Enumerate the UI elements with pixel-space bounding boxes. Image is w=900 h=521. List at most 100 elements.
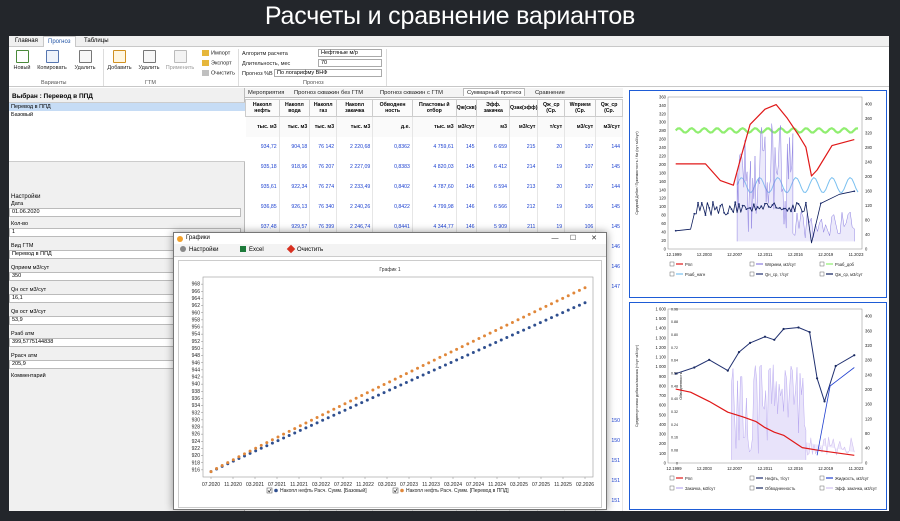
duration-input[interactable]: 70: [318, 59, 382, 67]
table-cell: 4 759,61: [412, 136, 457, 157]
tab-tables[interactable]: Таблицы: [84, 38, 109, 44]
y-axis-label-2: Обводненность: [679, 372, 683, 399]
field-label: Дата: [11, 201, 24, 207]
data-point: [382, 383, 386, 387]
data-point: [410, 369, 414, 373]
x-tick-label: 12.2019: [818, 252, 834, 257]
table-cell: 918,96: [279, 156, 311, 177]
column-header[interactable]: Qж_ср (Ср.: [537, 99, 566, 117]
subtab-total-forecast[interactable]: Суммарный прогноз: [463, 88, 526, 96]
data-point: [270, 438, 274, 442]
data-point: [538, 307, 542, 311]
data-point: [326, 410, 330, 414]
forecast-wc-select[interactable]: По логарифму ВНФ: [274, 69, 382, 77]
column-header[interactable]: Wприем (Ср.: [564, 99, 597, 117]
column-header[interactable]: Накопл нефть: [245, 99, 280, 117]
comparison-chart-svg: График 191691892092292492692893093293493…: [192, 267, 595, 494]
group-gtm-label: ГТМ: [145, 80, 156, 86]
minimize-button[interactable]: —: [548, 233, 562, 244]
data-point: [254, 446, 258, 450]
data-point: [566, 308, 570, 312]
ribbon-tabs: Главная Прогноз Таблицы: [9, 36, 889, 48]
x-tick-label: 12.2011: [758, 466, 773, 471]
column-header[interactable]: Накопл закачка: [336, 99, 374, 117]
data-point: [343, 402, 347, 406]
algorithm-select[interactable]: Нефтяные м/р: [318, 49, 382, 57]
y-tick-label: 940: [192, 382, 201, 388]
y-tick-label: 938: [192, 389, 201, 395]
y-tick-label: 958: [192, 317, 201, 323]
data-point: [577, 288, 581, 292]
x-tick-label: 03.2025: [510, 482, 528, 488]
y-right-tick-label: 40: [865, 446, 870, 451]
column-header[interactable]: Qзак(эфф): [508, 99, 539, 117]
y-tick-label: 948: [192, 353, 201, 359]
excel-button[interactable]: Excel: [240, 246, 264, 255]
table-cell: 4 820,03: [412, 156, 457, 177]
column-header[interactable]: Эфф. закачка: [476, 99, 510, 117]
y-right-tick-label: 0: [865, 460, 868, 465]
date-field[interactable]: 01.06.2020: [9, 208, 241, 217]
apply-gtm-button[interactable]: Применить: [165, 50, 195, 71]
subtab-events[interactable]: Мероприятия: [248, 90, 284, 96]
column-header[interactable]: Накопл газ: [309, 99, 338, 117]
y-left-tick-label: 1 200: [656, 345, 667, 350]
clear-chart-button[interactable]: Очистить: [286, 245, 323, 255]
column-header[interactable]: Пластовы й отбор: [411, 99, 457, 117]
data-point: [455, 358, 459, 362]
x-tick-label: 12.2019: [818, 466, 834, 471]
list-item[interactable]: Базовый: [9, 111, 245, 119]
maximize-button[interactable]: ☐: [566, 233, 580, 244]
data-point: [460, 345, 464, 349]
legend-checkbox: [819, 485, 825, 491]
table-row[interactable]: 935,18 918,96 76 207 2 227,09 0,8383 4 820,03…: [245, 156, 623, 177]
column-header[interactable]: Qж_ср (Ср.: [595, 99, 623, 117]
data-point: [805, 201, 807, 204]
data-point: [282, 436, 286, 440]
settings-button[interactable]: Настройки: [180, 246, 218, 255]
copy-variant-button[interactable]: Копировать: [36, 50, 68, 71]
y-left-tick-label: 360: [659, 94, 667, 99]
data-point: [505, 336, 509, 340]
table-cell: 6 412: [476, 156, 510, 177]
y-tick-label: 950: [192, 346, 201, 352]
clear-button[interactable]: Очистить: [202, 70, 235, 76]
data-point: [276, 435, 280, 439]
data-point: [550, 316, 554, 320]
data-point: [343, 408, 347, 412]
list-item[interactable]: Перевод в ППД: [9, 103, 245, 111]
table-row[interactable]: 936,85 926,13 76 340 2 240,26 0,8422 4 799,98…: [245, 196, 623, 217]
delete-gtm-button[interactable]: Удалить: [137, 50, 161, 71]
delete-variant-button[interactable]: Удалить: [72, 50, 98, 71]
import-button[interactable]: Импорт: [202, 50, 230, 56]
data-point: [231, 458, 235, 462]
subtab-forecast-no-gtm[interactable]: Прогноз скважин без ГТМ: [294, 90, 363, 96]
tab-home[interactable]: Главная: [15, 38, 38, 44]
data-point: [254, 449, 258, 453]
subtab-comparison[interactable]: Сравнение: [535, 90, 565, 96]
subtab-forecast-with-gtm[interactable]: Прогноз скважин с ГТМ: [380, 90, 443, 96]
y-right-tick-label: 80: [865, 431, 870, 436]
add-gtm-button[interactable]: Добавить: [106, 50, 133, 71]
y-left-tick-label: 300: [659, 432, 667, 437]
column-header[interactable]: Qж(скв): [455, 99, 478, 117]
data-point: [505, 323, 509, 327]
table-cell: 107: [564, 156, 597, 177]
close-button[interactable]: ✕: [587, 233, 601, 244]
data-point: [421, 364, 425, 368]
new-variant-button[interactable]: Новый: [12, 50, 32, 71]
excel-icon: [240, 246, 246, 253]
data-point: [449, 361, 453, 365]
data-point: [583, 301, 587, 305]
table-cell: 145: [595, 156, 623, 177]
table-cell: 76 274: [309, 176, 338, 197]
table-cell: 6 594: [476, 176, 510, 197]
table-cell: тыс. м3: [336, 116, 374, 137]
export-button[interactable]: Экспорт: [202, 60, 232, 66]
column-header[interactable]: Обводнен ность: [372, 99, 413, 117]
table-row[interactable]: 934,72 904,18 76 142 2 220,68 0,8362 4 759,61…: [245, 136, 623, 157]
table-row[interactable]: 935,61 922,34 76 274 2 233,49 0,8402 4 787,60…: [245, 176, 623, 197]
column-header[interactable]: Накопл вода: [278, 99, 311, 117]
y-right-tick-label: 40: [865, 232, 870, 237]
y-left-tick-label: 800: [659, 383, 667, 388]
